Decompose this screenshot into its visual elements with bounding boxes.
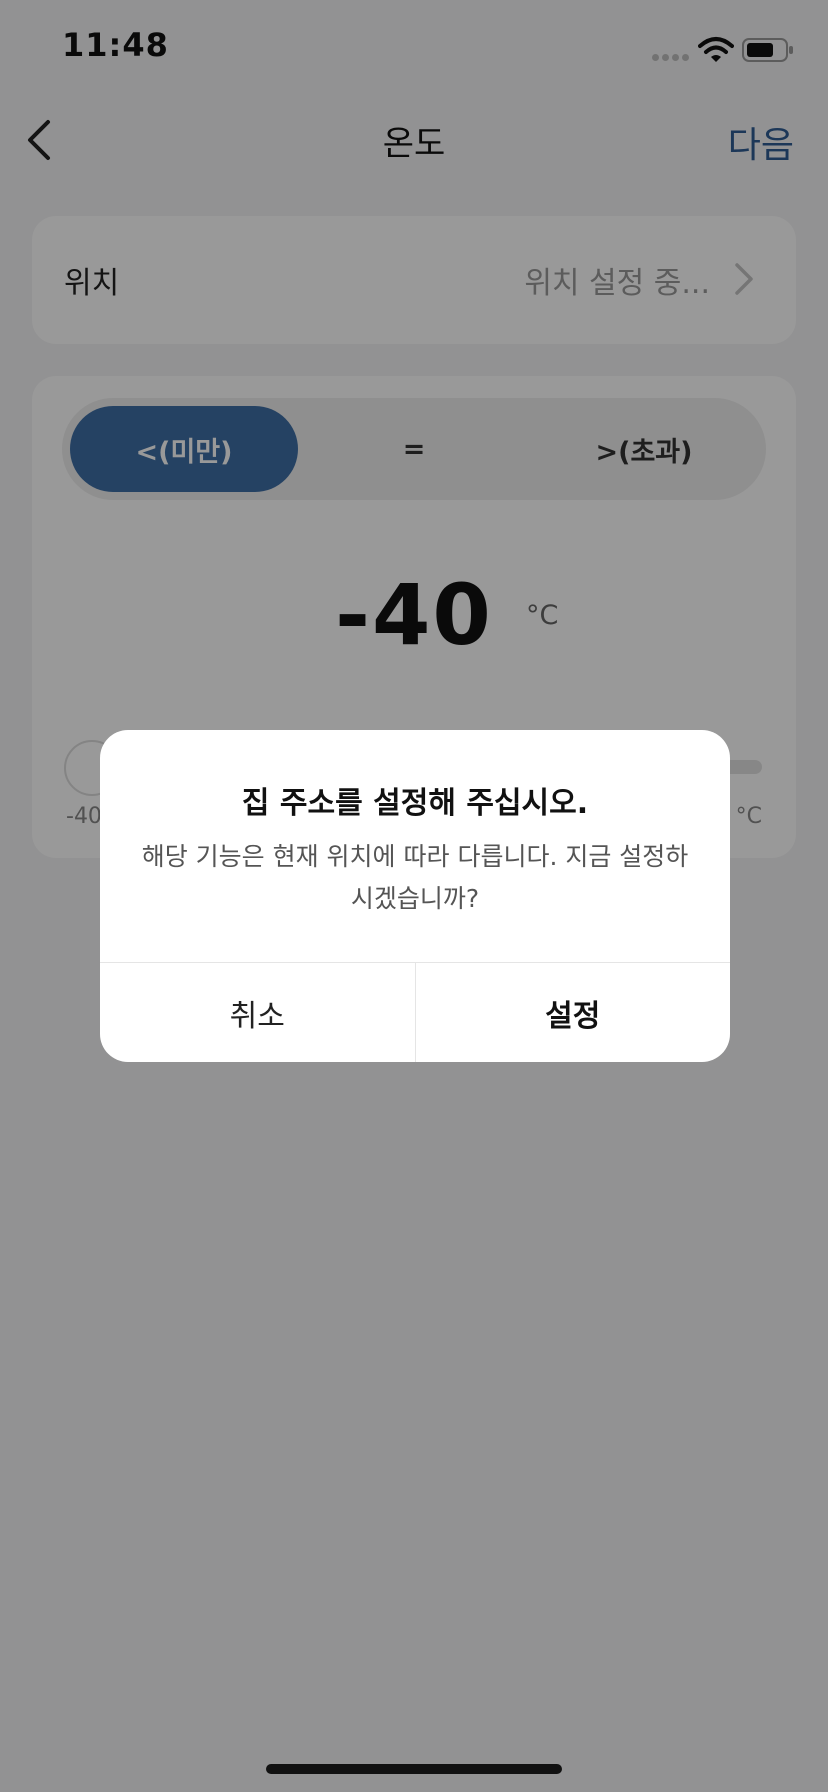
set-button[interactable]: 설정 <box>416 963 731 1062</box>
dialog-title: 집 주소를 설정해 주십시오. <box>241 786 589 821</box>
dialog-message: 해당 기능은 현재 위치에 따라 다릅니다. 지금 설정하시겠습니까? <box>141 842 689 913</box>
cancel-button[interactable]: 취소 <box>100 963 416 1062</box>
home-indicator <box>266 1764 562 1774</box>
home-address-dialog: 집 주소를 설정해 주십시오. 해당 기능은 현재 위치에 따라 다릅니다. 지… <box>100 730 730 1062</box>
dialog-button-row: 취소 설정 <box>100 962 730 1062</box>
